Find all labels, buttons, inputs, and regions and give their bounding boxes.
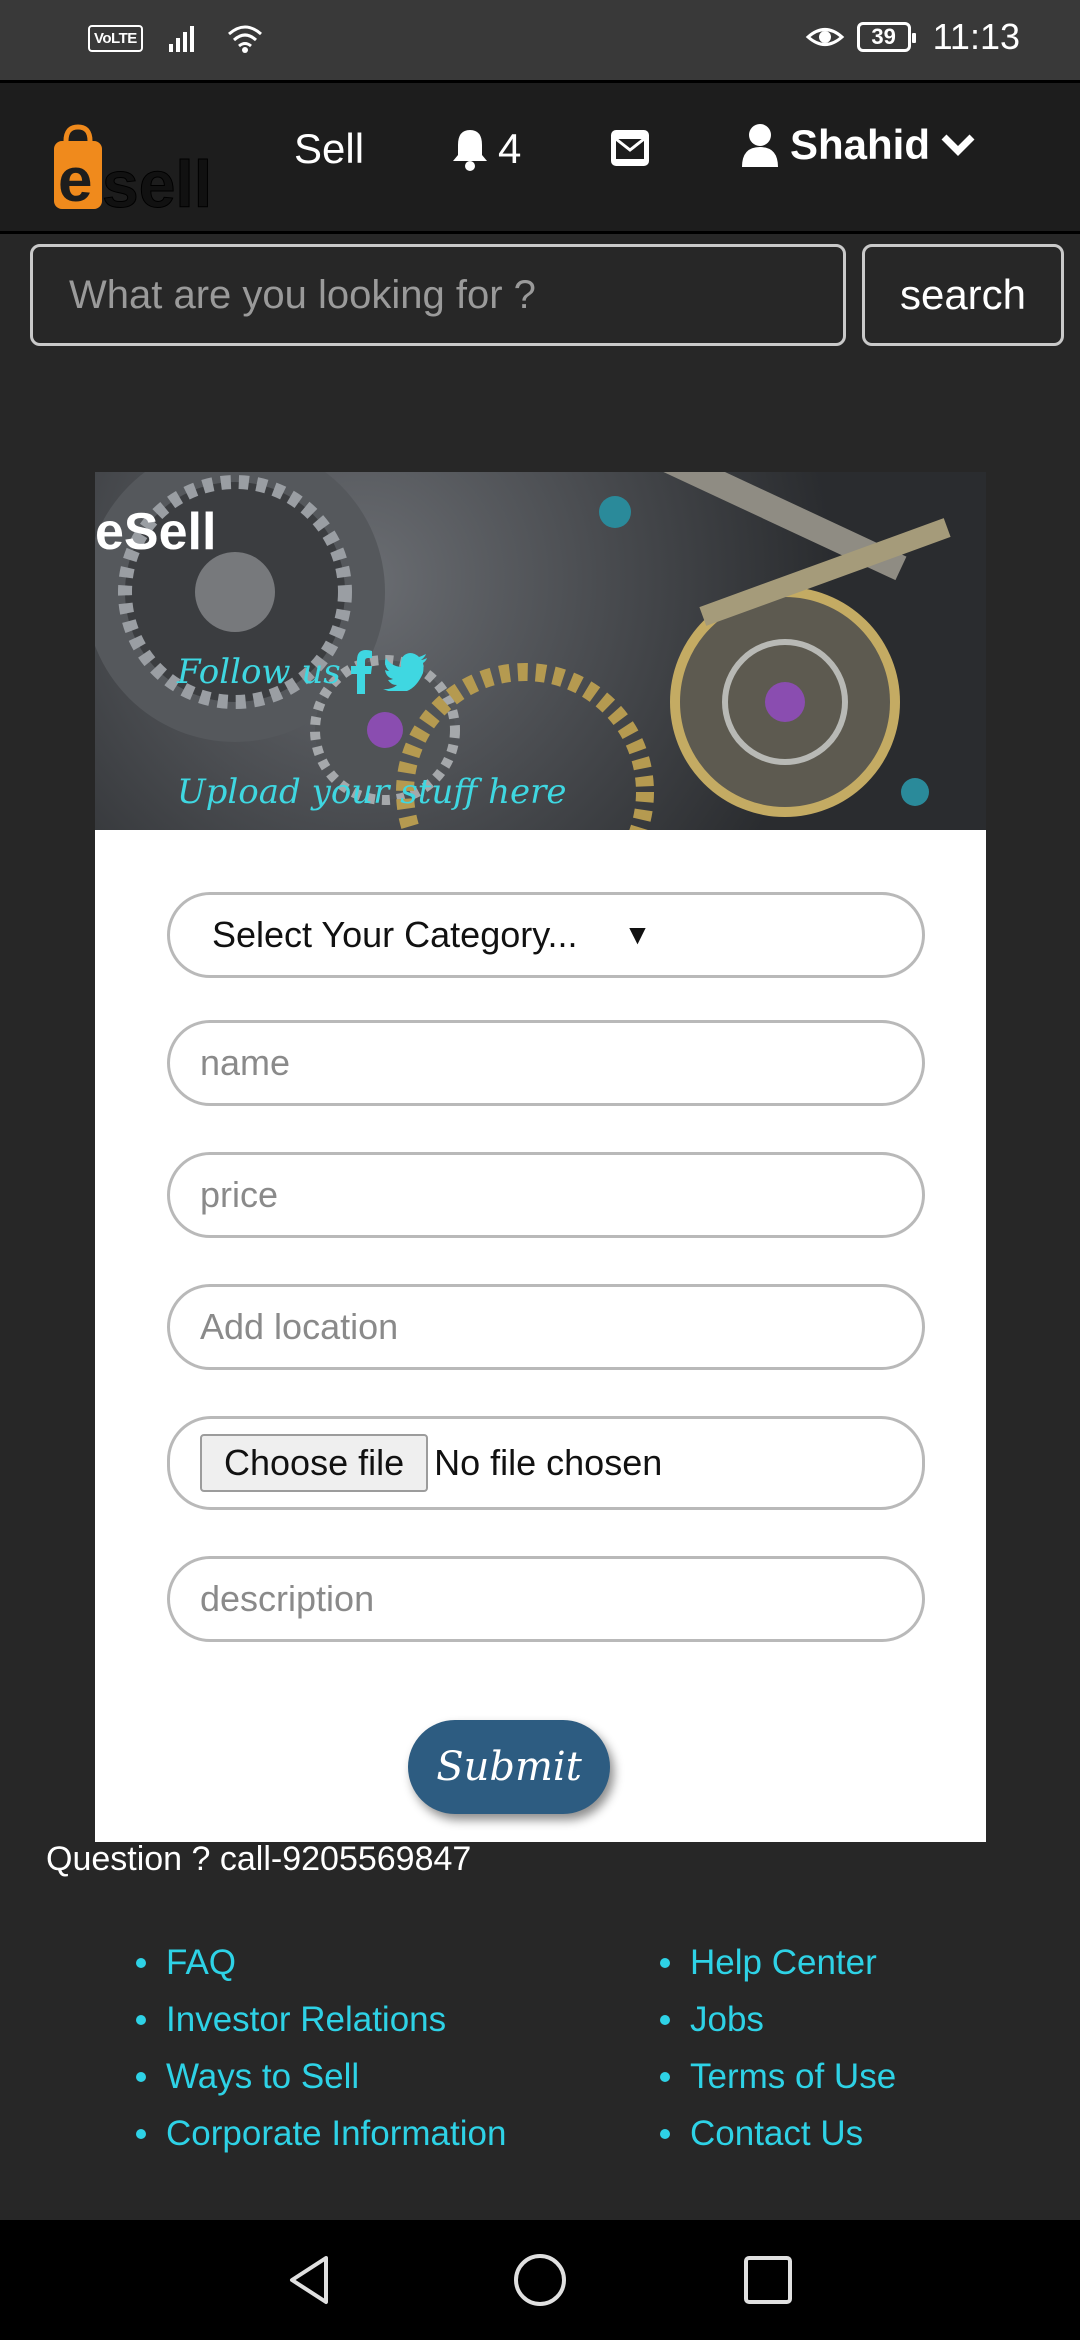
location-field[interactable] [167,1284,925,1370]
name-field[interactable] [167,1020,925,1106]
choose-file-button[interactable]: Choose file [200,1434,429,1492]
mail-icon [611,130,649,166]
file-upload-field: Choose file No file chosen [167,1416,925,1510]
user-menu[interactable]: Shahid [740,121,976,169]
notification-count: 4 [498,125,522,172]
banner-title: eSell [95,503,217,561]
user-icon [742,124,778,167]
recents-icon[interactable] [738,2250,798,2310]
footer-link-help-center[interactable]: Help Center [658,1934,1018,1991]
chevron-down-icon [941,134,975,156]
category-select[interactable]: Select Your Category... ▼ [167,892,925,978]
messages-button[interactable] [610,129,650,172]
system-nav-bar [0,2220,1080,2340]
gears-banner: eSell Follow us Upload your stuff here [95,472,986,830]
wifi-icon [227,25,262,53]
home-icon[interactable] [510,2250,570,2310]
back-icon[interactable] [280,2250,340,2310]
battery-icon: 39 [856,22,916,52]
footer-link-contact-us[interactable]: Contact Us [658,2105,1018,2162]
esell-logo[interactable]: e sell [52,123,213,222]
bell-icon [453,130,487,171]
file-status: No file chosen [434,1442,663,1483]
upload-tagline: Upload your stuff here [177,772,567,812]
svg-text:e: e [58,146,92,213]
footer-links-left: FAQ Investor Relations Ways to Sell Corp… [134,1934,514,2162]
top-navbar: e sell Sell 4 Shahid [0,80,1080,234]
footer-link-investor-relations[interactable]: Investor Relations [134,1991,514,2048]
footer-link-jobs[interactable]: Jobs [658,1991,1018,2048]
support-phone: Question ? call-9205569847 [46,1840,472,1878]
search-button[interactable]: search [862,244,1064,346]
follow-text: Follow us [177,652,341,692]
footer-links-right: Help Center Jobs Terms of Use Contact Us [658,1934,1018,2162]
network-badge: VoLTE [88,24,143,52]
search-input[interactable] [30,244,846,346]
dropdown-arrow-icon: ▼ [623,919,652,950]
description-field[interactable] [167,1556,925,1642]
footer-link-terms-of-use[interactable]: Terms of Use [658,2048,1018,2105]
nav-sell-link[interactable]: Sell [294,125,364,173]
clock: 11:13 [932,16,1020,57]
svg-text:sell: sell [102,147,212,213]
follow-us: Follow us [177,650,427,694]
status-bar: VoLTE 39 11:13 [0,0,1080,80]
user-name: Shahid [790,121,931,168]
upload-card: eSell Follow us Upload your stuff here S… [95,472,986,1842]
submit-button[interactable]: Submit [408,1720,610,1814]
footer-link-corporate-information[interactable]: Corporate Information [134,2105,514,2162]
footer-link-faq[interactable]: FAQ [134,1934,514,1991]
notifications-button[interactable]: 4 [450,125,521,173]
signal-icon [168,26,194,52]
logo-bag-icon: e sell [54,124,213,222]
eye-icon [805,28,844,46]
twitter-icon[interactable] [382,653,427,691]
facebook-icon[interactable] [350,650,373,694]
footer-link-ways-to-sell[interactable]: Ways to Sell [134,2048,514,2105]
category-select-label: Select Your Category... [212,914,578,955]
price-field[interactable] [167,1152,925,1238]
